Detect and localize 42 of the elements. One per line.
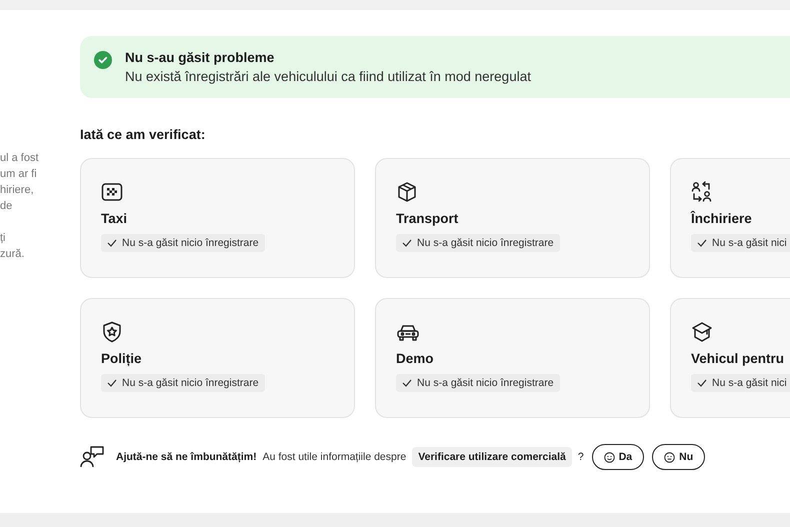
card-title: Vehicul pentru xyxy=(691,351,784,366)
people-exchange-icon xyxy=(691,181,713,203)
feedback-button[interactable]: Nu xyxy=(652,444,706,470)
banner-message: Nu există înregistrări ale vehiculului ca fiind utilizat în mod neregulat xyxy=(125,69,531,84)
shield-star-icon xyxy=(101,321,123,343)
status-text: Nu s-a găsit nicio înregistrare xyxy=(122,377,259,389)
status-text: Nu s-a găsit nici xyxy=(712,377,787,389)
taxi-sign-icon xyxy=(101,181,123,203)
sidebar-text: hiriere, xyxy=(0,183,35,198)
sidebar-text: zură. xyxy=(0,247,26,262)
checkmark-icon xyxy=(402,379,412,387)
card-title: Demo xyxy=(396,351,434,366)
status-text: Nu s-a găsit nicio înregistrare xyxy=(122,237,259,249)
card-title: Închiriere xyxy=(691,211,752,226)
graduation-cap-icon xyxy=(691,321,713,343)
checkmark-icon xyxy=(697,239,707,247)
neutral-face-icon xyxy=(664,452,676,462)
checkmark-icon xyxy=(107,379,117,387)
sidebar-text: ul a fost xyxy=(0,151,40,166)
feedback-button[interactable]: Da xyxy=(592,444,644,470)
feedback-prompt: Ajută-ne să ne îmbunătățim! xyxy=(116,451,257,463)
checkmark-icon xyxy=(402,239,412,247)
feedback-question: Au fost utile informațiile despre xyxy=(262,451,406,463)
status-text: Nu s-a găsit nicio înregistrare xyxy=(417,377,554,389)
sidebar-text: um ar fi xyxy=(0,167,38,182)
person-speech-bubble-icon xyxy=(80,446,104,468)
sidebar-text: de xyxy=(0,199,14,214)
banner-title: Nu s-au găsit probleme xyxy=(125,50,276,65)
card-title: Transport xyxy=(396,211,458,226)
status-text: Nu s-a găsit nici xyxy=(712,237,787,249)
smiley-icon xyxy=(604,452,615,462)
checkmark-icon xyxy=(697,379,707,387)
check-circle-icon xyxy=(94,51,112,69)
sidebar-text: ți xyxy=(0,231,6,246)
status-text: Nu s-a găsit nicio înregistrare xyxy=(417,237,554,249)
card-title: Taxi xyxy=(101,211,128,226)
section-heading: Iată ce am verificat: xyxy=(80,127,206,142)
box-icon xyxy=(396,181,418,203)
topic-chip: Verificare utilizare comercială xyxy=(412,447,572,467)
card-title: Poliție xyxy=(101,351,142,366)
question-mark-text: ? xyxy=(578,451,584,463)
checkmark-icon xyxy=(107,239,117,247)
